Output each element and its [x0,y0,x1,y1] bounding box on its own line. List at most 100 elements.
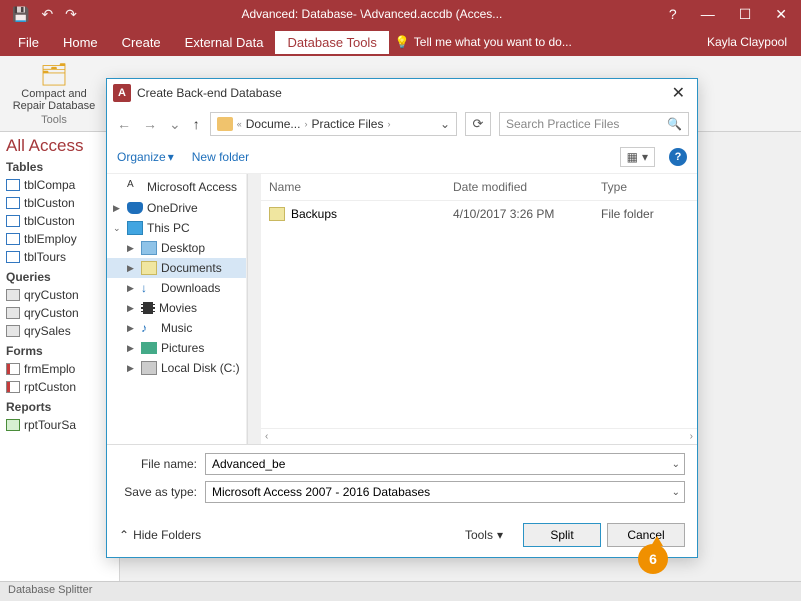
nav-up-icon[interactable]: ↑ [191,116,202,132]
nav-object[interactable]: frmEmplo [6,360,115,378]
compact-label-1: Compact and [8,88,100,100]
tree-label: Local Disk (C:) [161,361,240,375]
nav-object[interactable]: qryCuston [6,304,115,322]
col-type[interactable]: Type [601,180,689,194]
tree-node-movies[interactable]: ▶ Movies [107,298,246,318]
file-name-label: File name: [119,457,205,471]
split-button[interactable]: Split [523,523,601,547]
file-type: File folder [601,207,689,221]
tree-node-desktop[interactable]: ▶Desktop [107,238,246,258]
undo-icon[interactable]: ↶ [41,6,53,23]
file-name-input[interactable]: Advanced_be ⌄ [205,453,685,475]
expand-icon[interactable]: ▶ [127,363,137,374]
tree-node-this-pc[interactable]: ⌄This PC [107,218,246,238]
tab-home[interactable]: Home [51,31,110,54]
dialog-titlebar: A Create Back-end Database ✕ [107,79,697,107]
tree-node-music[interactable]: ▶♪Music [107,318,246,338]
col-date[interactable]: Date modified [453,180,601,194]
expand-icon[interactable]: ▶ [127,343,137,354]
expand-icon[interactable]: ⌄ [113,223,123,234]
view-button[interactable]: ▦ ▾ [620,147,655,167]
expand-icon[interactable]: ▶ [127,323,137,334]
nav-section-reports[interactable]: Reports [6,400,115,414]
refresh-button[interactable]: ⟳ [465,112,491,136]
save-icon[interactable]: 💾 [12,6,29,23]
dialog-toolbar: Organize ▾ New folder ▦ ▾ ? [107,141,697,174]
file-list-hscroll[interactable]: ‹› [261,428,697,444]
breadcrumb-seg-0[interactable]: Docume... [246,117,301,131]
qry-icon [6,289,20,301]
help-icon[interactable]: ? [669,6,677,23]
tree-node-pictures[interactable]: ▶Pictures [107,338,246,358]
file-name-dropdown-icon[interactable]: ⌄ [672,459,680,470]
search-placeholder: Search Practice Files [506,117,619,131]
nav-object-label: qryCuston [24,288,79,302]
nav-object[interactable]: qryCuston [6,286,115,304]
nav-object[interactable]: tblCuston [6,194,115,212]
nav-object[interactable]: tblEmploy [6,230,115,248]
breadcrumb-dropdown-icon[interactable]: ⌄ [440,117,450,131]
tree-scrollbar[interactable] [247,174,261,444]
tree-node-local-disk-c-[interactable]: ▶ Local Disk (C:) [107,358,246,378]
nav-recent-icon[interactable]: ⌄ [167,116,183,133]
toolbar-group-label: Tools [8,114,100,126]
mov-icon [141,302,155,314]
search-input[interactable]: Search Practice Files 🔍 [499,112,689,136]
nav-object[interactable]: rptTourSa [6,416,115,434]
nav-back-icon[interactable]: ← [115,116,133,132]
status-bar: Database Splitter [0,581,801,601]
file-row[interactable]: Backups4/10/2017 3:26 PMFile folder [261,201,697,227]
nav-section-forms[interactable]: Forms [6,344,115,358]
expand-icon[interactable]: ▶ [113,203,123,214]
tree-node-documents[interactable]: ▶ Documents [107,258,246,278]
frm-icon [6,363,20,375]
nav-object[interactable]: tblCuston [6,212,115,230]
user-name[interactable]: Kayla Claypool [707,35,787,49]
expand-icon[interactable]: ▶ [127,263,137,274]
hide-folders-button[interactable]: ⌃ Hide Folders [119,528,201,542]
nav-object-label: tblEmploy [24,232,77,246]
maximize-icon[interactable]: ☐ [739,6,752,23]
tools-menu[interactable]: Tools ▾ [465,528,503,542]
nav-object[interactable]: tblCompa [6,176,115,194]
tree-label: Movies [159,301,197,315]
tree-label: Music [161,321,192,335]
redo-icon[interactable]: ↷ [65,6,77,23]
compact-repair-button[interactable]: 🗂 Compact and Repair Database Tools [8,62,100,126]
nav-section-queries[interactable]: Queries [6,270,115,284]
help-button[interactable]: ? [669,148,687,166]
breadcrumb[interactable]: « Docume... › Practice Files › ⌄ [210,112,457,136]
new-folder-button[interactable]: New folder [192,150,249,164]
col-name[interactable]: Name [269,180,453,194]
tab-external-data[interactable]: External Data [173,31,276,54]
breadcrumb-seg-1[interactable]: Practice Files [311,117,383,131]
nav-object[interactable]: rptCuston [6,378,115,396]
expand-icon[interactable]: ▶ [127,283,137,294]
expand-icon[interactable]: ▶ [127,243,137,254]
save-type-select[interactable]: Microsoft Access 2007 - 2016 Databases ⌄ [205,481,685,503]
nav-object[interactable]: qrySales [6,322,115,340]
tab-create[interactable]: Create [110,31,173,54]
tree-node-microsoft-access[interactable]: AMicrosoft Access [107,176,246,198]
folder-tree[interactable]: AMicrosoft Access ▶ OneDrive ⌄This PC▶Deskt… [107,174,247,444]
nav-heading: All Access [6,136,115,156]
tree-node-downloads[interactable]: ▶↓Downloads [107,278,246,298]
scroll-right-icon[interactable]: › [690,431,693,442]
tree-label: OneDrive [147,201,198,215]
dialog-close-icon[interactable]: ✕ [666,83,691,103]
nav-object[interactable]: tblTours [6,248,115,266]
tab-database-tools[interactable]: Database Tools [275,31,388,54]
organize-button[interactable]: Organize ▾ [117,150,174,164]
save-type-dropdown-icon[interactable]: ⌄ [672,487,680,498]
tbl-icon [6,197,20,209]
tell-me[interactable]: 💡 Tell me what you want to do... [395,35,572,49]
file-list-header[interactable]: Name Date modified Type [261,174,697,201]
minimize-icon[interactable]: — [701,6,715,23]
tree-label: Documents [161,261,222,275]
expand-icon[interactable]: ▶ [127,303,137,314]
tbl-icon [6,251,20,263]
tab-file[interactable]: File [6,31,51,54]
close-icon[interactable]: ✕ [775,6,787,23]
tree-node-onedrive[interactable]: ▶ OneDrive [107,198,246,218]
nav-section-tables[interactable]: Tables [6,160,115,174]
